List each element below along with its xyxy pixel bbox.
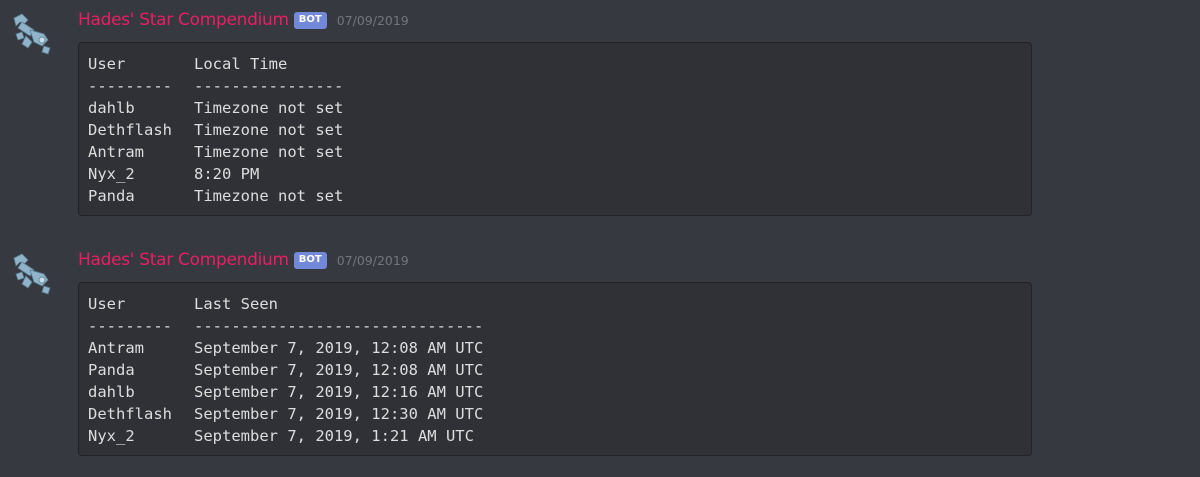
table-row: Nyx_2 8:20 PM (88, 163, 1022, 185)
table-header-row: User Last Seen (88, 293, 1022, 315)
cell-last-seen: September 7, 2019, 12:16 AM UTC (194, 383, 484, 401)
table-row: Antram Timezone not set (88, 141, 1022, 163)
message-timestamp: 07/09/2019 (336, 252, 409, 268)
table-row: Dethflash September 7, 2019, 12:30 AM UT… (88, 403, 1022, 425)
table-row: dahlb September 7, 2019, 12:16 AM UTC (88, 381, 1022, 403)
column-header-user: User (88, 295, 126, 313)
cell-user: Panda (88, 361, 135, 379)
spaceship-icon[interactable] (8, 8, 56, 56)
cell-user: Panda (88, 187, 135, 205)
table-row: Antram September 7, 2019, 12:08 AM UTC (88, 337, 1022, 359)
cell-local-time: 8:20 PM (194, 165, 260, 183)
cell-user: Nyx_2 (88, 165, 135, 183)
bot-badge: BOT (293, 251, 327, 269)
cell-user: dahlb (88, 99, 135, 117)
code-block: User Last Seen --------- ---------------… (78, 282, 1032, 456)
message-timestamp: 07/09/2019 (336, 12, 409, 28)
cell-local-time: Timezone not set (194, 187, 344, 205)
cell-local-time: Timezone not set (194, 99, 344, 117)
cell-user: Antram (88, 143, 144, 161)
cell-user: Dethflash (88, 405, 172, 423)
column-header-last-seen: Last Seen (194, 295, 278, 313)
bot-badge: BOT (293, 11, 327, 29)
column-header-local-time: Local Time (194, 55, 288, 73)
table-separator-row: --------- ------------------------------… (88, 315, 1022, 337)
table-separator-row: --------- ---------------- (88, 75, 1022, 97)
table-row: Nyx_2 September 7, 2019, 1:21 AM UTC (88, 425, 1022, 447)
cell-last-seen: September 7, 2019, 12:08 AM UTC (194, 339, 484, 357)
table-header-row: User Local Time (88, 53, 1022, 75)
table-row: dahlb Timezone not set (88, 97, 1022, 119)
code-block: User Local Time --------- --------------… (78, 42, 1032, 216)
cell-last-seen: September 7, 2019, 12:08 AM UTC (194, 361, 484, 379)
separator-local-time: ---------------- (194, 77, 344, 95)
author-name[interactable]: Hades' Star Compendium (78, 10, 289, 30)
cell-user: Antram (88, 339, 144, 357)
table-row: Panda Timezone not set (88, 185, 1022, 207)
cell-user: Dethflash (88, 121, 172, 139)
author-name[interactable]: Hades' Star Compendium (78, 250, 289, 270)
column-header-user: User (88, 55, 126, 73)
cell-user: dahlb (88, 383, 135, 401)
separator-last-seen: ------------------------------- (194, 317, 484, 335)
separator-user: --------- (88, 77, 172, 95)
cell-last-seen: September 7, 2019, 12:30 AM UTC (194, 405, 484, 423)
message-header: Hades' Star Compendium BOT 07/09/2019 (78, 8, 409, 32)
message-header: Hades' Star Compendium BOT 07/09/2019 (78, 248, 409, 272)
spaceship-icon[interactable] (8, 248, 56, 296)
table-row: Dethflash Timezone not set (88, 119, 1022, 141)
table-row: Panda September 7, 2019, 12:08 AM UTC (88, 359, 1022, 381)
separator-user: --------- (88, 317, 172, 335)
cell-local-time: Timezone not set (194, 143, 344, 161)
cell-user: Nyx_2 (88, 427, 135, 445)
chat-messages: Hades' Star Compendium BOT 07/09/2019 Us… (0, 0, 1200, 477)
cell-last-seen: September 7, 2019, 1:21 AM UTC (194, 427, 474, 445)
cell-local-time: Timezone not set (194, 121, 344, 139)
